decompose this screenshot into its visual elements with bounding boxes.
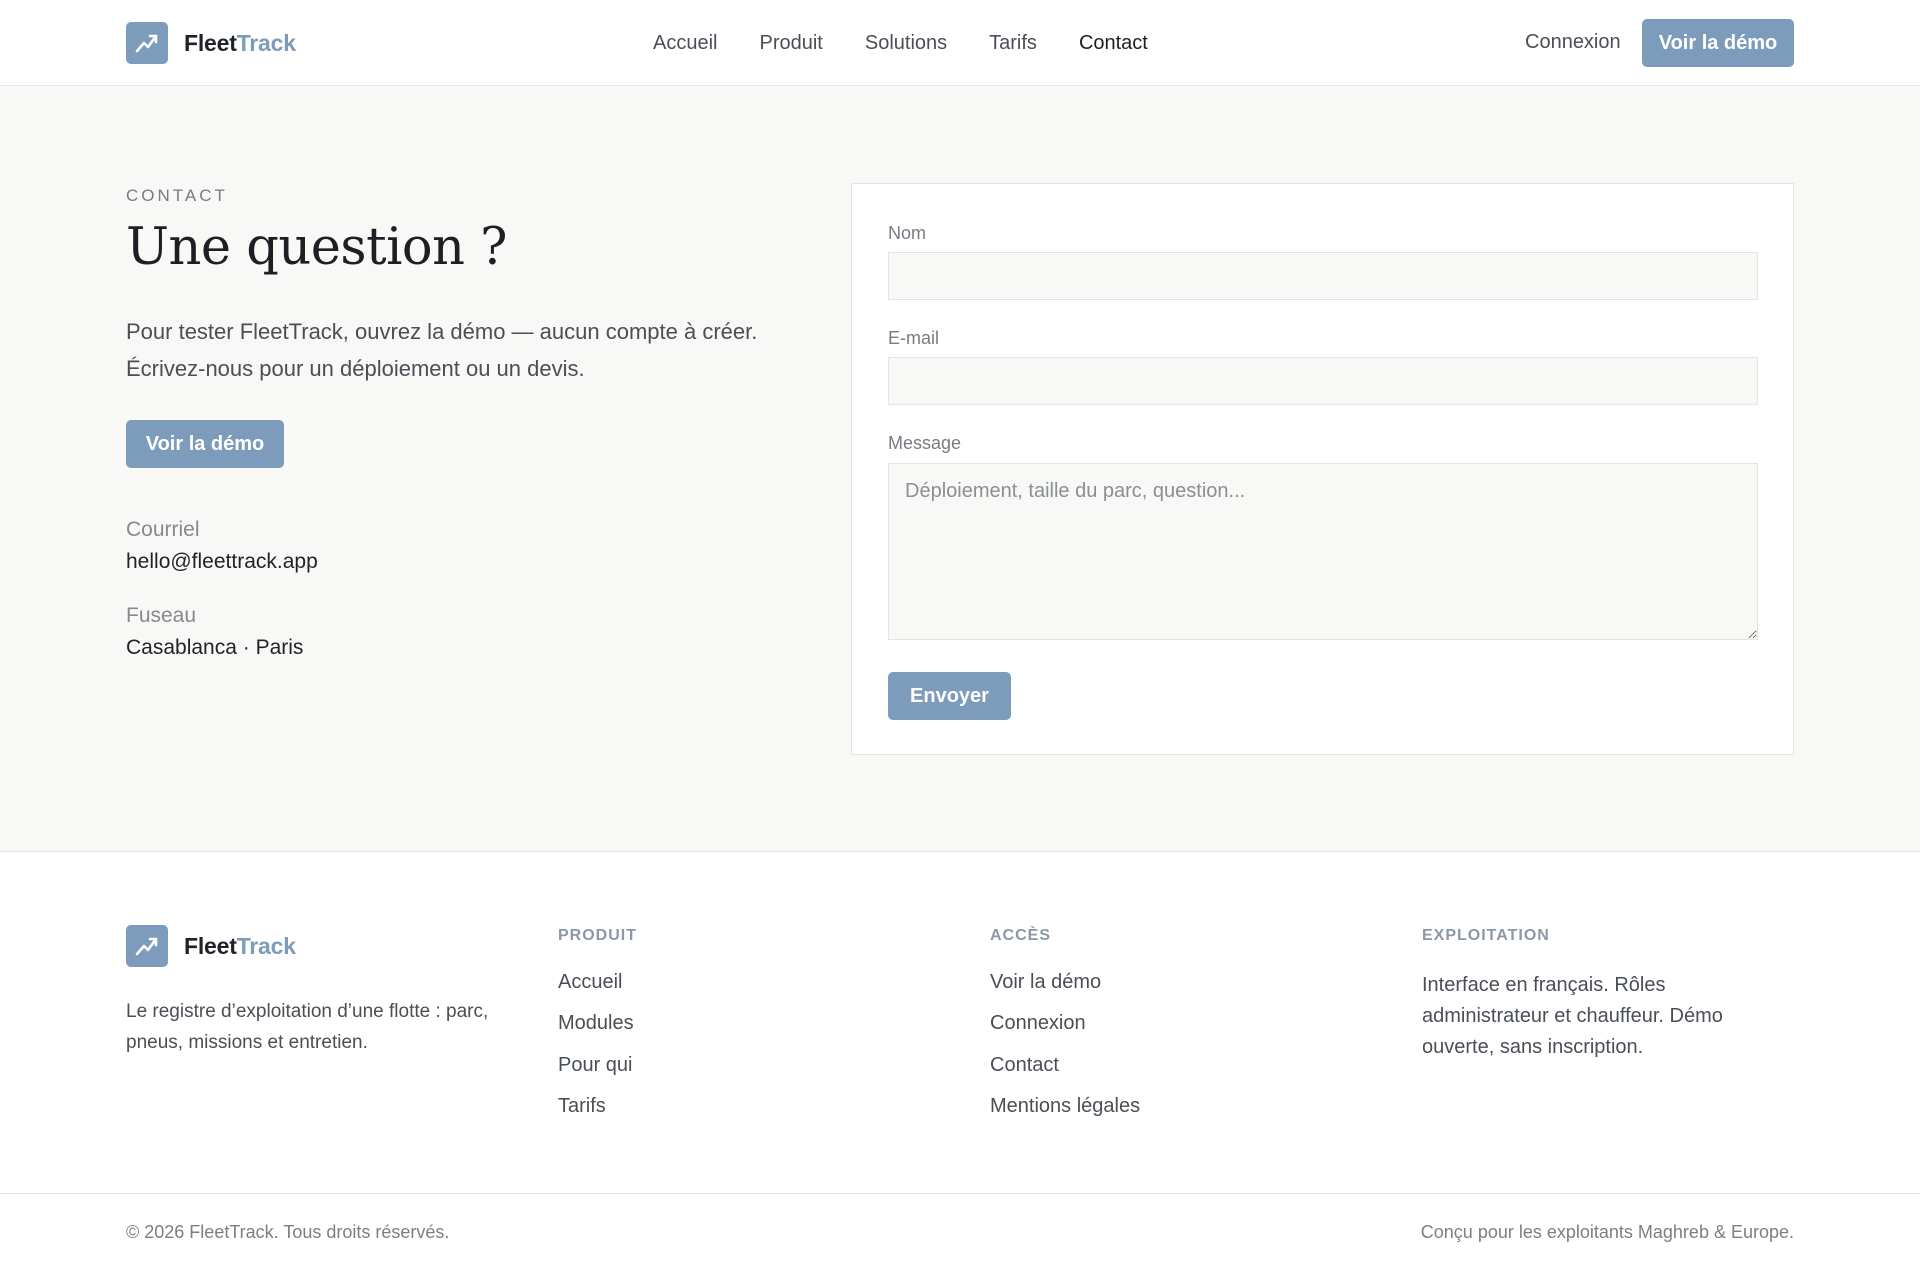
footer-link-mentions[interactable]: Mentions légales (990, 1095, 1140, 1118)
nav-item-tarifs[interactable]: Tarifs (989, 32, 1037, 55)
brand-name: FleetTrack (184, 29, 296, 56)
main-nav: Accueil Produit Solutions Tarifs Contact (653, 0, 1190, 86)
footer-bottom-bar: © 2026 FleetTrack. Tous droits réservés.… (0, 1193, 1920, 1268)
trend-line-icon (126, 925, 168, 967)
page-title: Une question ? (126, 218, 507, 277)
site-footer: FleetTrack Le registre d’exploitation d’… (0, 851, 1920, 1268)
email-value[interactable]: hello@fleettrack.app (126, 550, 318, 574)
footer-tagline: Conçu pour les exploitants Maghreb & Eur… (1420, 1222, 1794, 1242)
timezone-value: Casablanca · Paris (126, 636, 304, 659)
footer-link-tarifs[interactable]: Tarifs (558, 1095, 606, 1118)
email-field-label: E-mail (888, 328, 940, 348)
timezone-label: Fuseau (126, 604, 197, 627)
footer-link-modules[interactable]: Modules (558, 1012, 634, 1035)
footer-brand-logo[interactable]: FleetTrack (126, 925, 296, 967)
contact-form: Nom E-mail Message Envoyer (851, 183, 1794, 755)
trend-line-icon (126, 22, 168, 64)
copyright: © 2026 FleetTrack. Tous droits réservés. (126, 1222, 450, 1242)
footer-exploitation-text: Interface en français. Rôles administrat… (1422, 974, 1723, 1058)
footer-description: Le registre d’exploitation d’une flotte … (126, 1001, 489, 1053)
footer-link-connexion[interactable]: Connexion (990, 1012, 1086, 1035)
email-field[interactable] (888, 357, 1758, 405)
footer-brand-name: FleetTrack (184, 932, 296, 959)
demo-button[interactable]: Voir la démo (126, 420, 284, 468)
brand-logo[interactable]: FleetTrack (126, 22, 296, 64)
nav-item-solutions[interactable]: Solutions (865, 32, 947, 55)
intro-text: Pour tester FleetTrack, ouvrez la démo —… (126, 319, 758, 381)
message-label: Message (888, 433, 962, 453)
nav-item-contact[interactable]: Contact (1079, 32, 1148, 55)
email-label: Courriel (126, 518, 200, 541)
footer-link-pour-qui[interactable]: Pour qui (558, 1054, 633, 1077)
nav-item-produit[interactable]: Produit (759, 32, 822, 55)
footer-heading-exploitation: EXPLOITATION (1422, 927, 1550, 944)
footer-link-demo[interactable]: Voir la démo (990, 971, 1101, 994)
site-header: FleetTrack Accueil Produit Solutions Tar… (0, 0, 1920, 86)
nav-item-accueil[interactable]: Accueil (653, 32, 717, 55)
login-link[interactable]: Connexion (1525, 31, 1621, 54)
footer-heading-acces: ACCÈS (990, 927, 1052, 944)
footer-link-contact[interactable]: Contact (990, 1054, 1059, 1077)
header-demo-button[interactable]: Voir la démo (1642, 19, 1794, 67)
send-button[interactable]: Envoyer (888, 672, 1011, 720)
name-label: Nom (888, 223, 927, 243)
footer-link-accueil[interactable]: Accueil (558, 971, 622, 994)
message-field[interactable] (888, 463, 1758, 640)
section-eyebrow: CONTACT (126, 186, 228, 205)
footer-heading-produit: PRODUIT (558, 927, 637, 944)
name-field[interactable] (888, 252, 1758, 300)
